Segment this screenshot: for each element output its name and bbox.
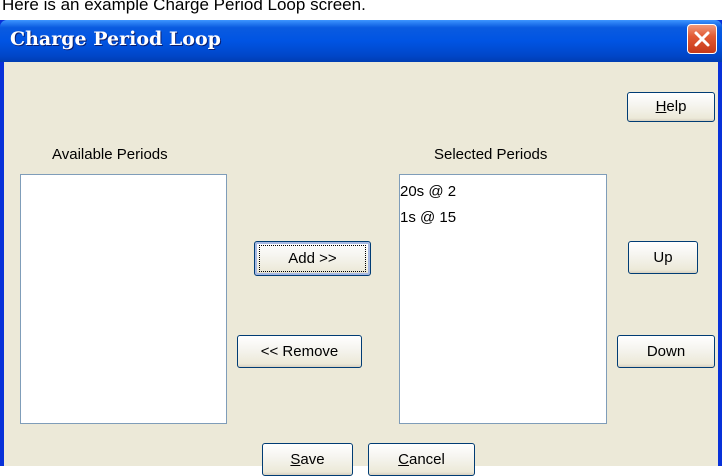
cancel-label-rest: ancel [408,451,445,468]
close-icon [694,31,710,47]
list-item[interactable]: 20s @ 2 [400,183,456,200]
down-button[interactable]: Down [617,335,715,368]
cancel-button[interactable]: Cancel [368,443,475,476]
caption-text: Here is an example Charge Period Loop sc… [0,0,722,20]
cancel-mnemonic: C [398,451,409,468]
up-button-label: Up [653,249,673,266]
list-item[interactable]: 1s @ 15 [400,209,456,226]
remove-button[interactable]: << Remove [237,335,362,368]
up-button[interactable]: Up [628,241,698,274]
available-periods-label: Available Periods [52,146,168,163]
title-bar: Charge Period Loop [0,20,722,62]
selected-periods-label: Selected Periods [434,146,548,163]
save-button[interactable]: Save [262,443,353,476]
help-mnemonic: H [655,98,667,115]
remove-button-label: << Remove [260,343,339,360]
down-button-label: Down [646,343,686,360]
available-periods-list[interactable] [20,174,227,424]
help-button[interactable]: Help [627,92,715,122]
window-title: Charge Period Loop [10,28,221,50]
save-label-rest: ave [300,451,325,468]
save-mnemonic: S [290,451,301,468]
charge-period-loop-dialog: Charge Period Loop Help Available Period… [0,20,722,476]
dialog-client-area: Help Available Periods Selected Periods … [4,62,718,476]
close-button[interactable] [687,24,717,54]
add-button[interactable]: Add >> [254,241,371,276]
help-label-rest: elp [666,98,687,115]
selected-periods-list[interactable]: 20s @ 2 1s @ 15 [399,174,607,424]
focus-rectangle [259,245,366,272]
caption-label: Here is an example Charge Period Loop sc… [2,0,366,14]
